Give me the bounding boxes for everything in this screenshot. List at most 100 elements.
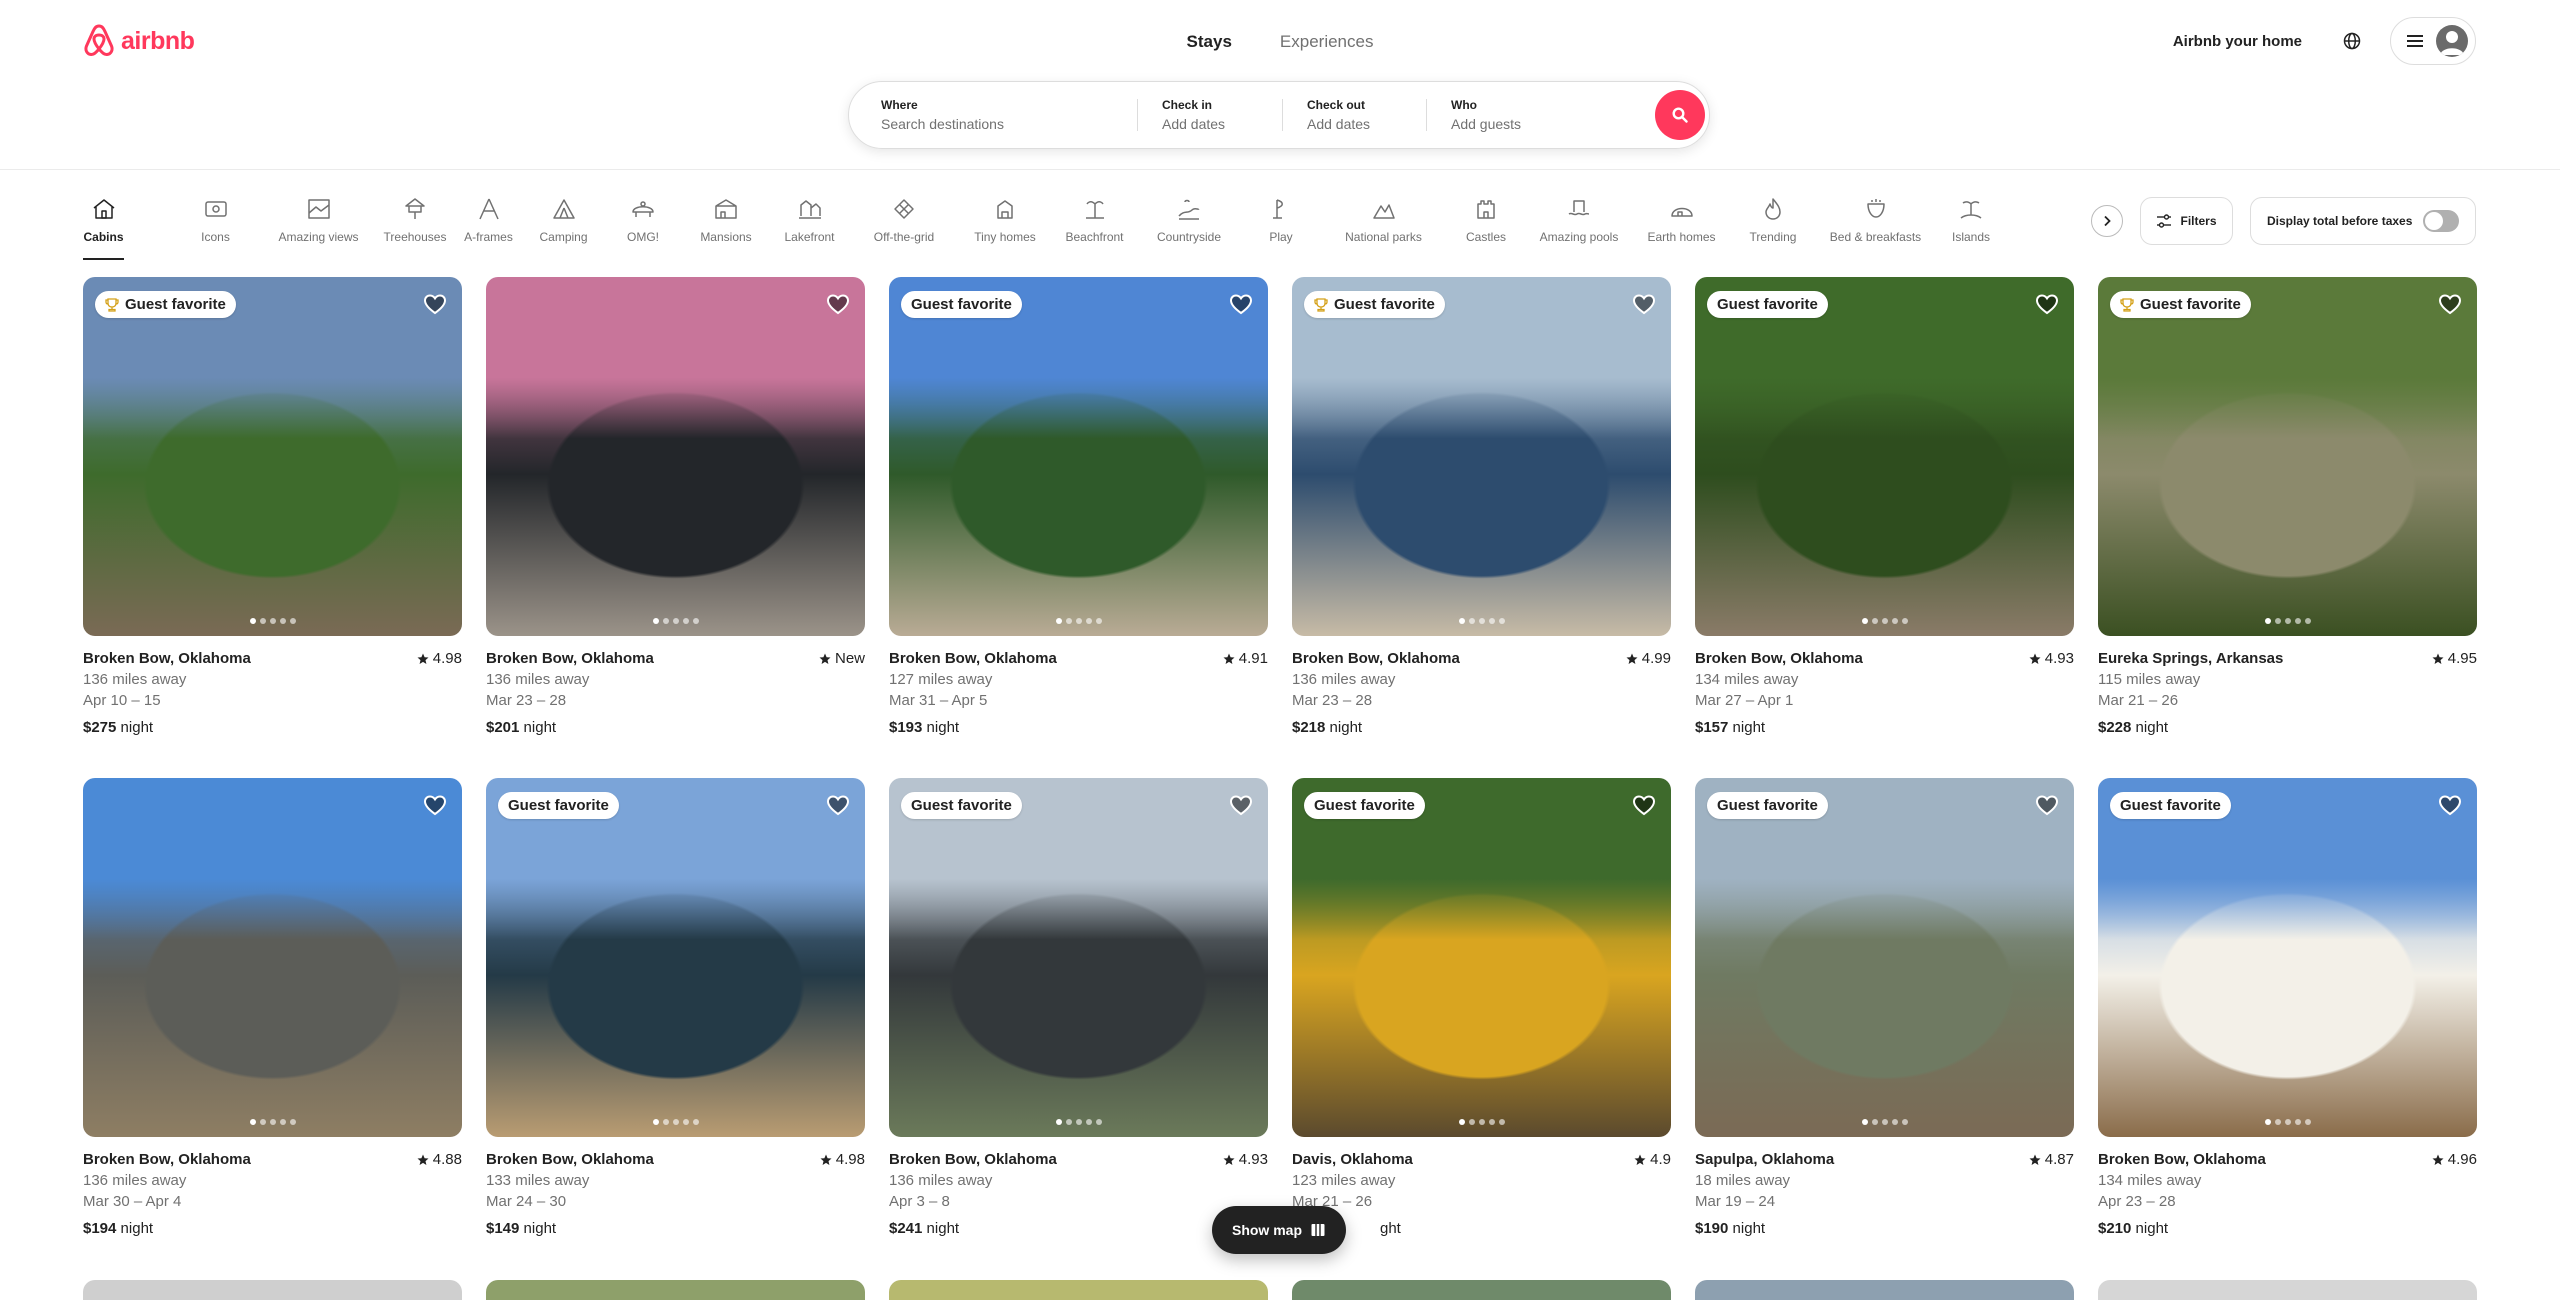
filters-button[interactable]: Filters (2140, 197, 2233, 245)
listing-photo[interactable]: Guest favorite (889, 277, 1268, 636)
listing-photo[interactable]: Guest favorite (486, 778, 865, 1137)
heart-icon[interactable] (422, 291, 448, 317)
category-omg[interactable]: OMG! (603, 194, 683, 260)
carousel-dot (1488, 1119, 1495, 1125)
listing-photo-partial[interactable] (1292, 1280, 1671, 1300)
airbnb-your-home-link[interactable]: Airbnb your home (2161, 23, 2314, 60)
listing-card[interactable]: Guest favorite Broken Bow, Oklahoma 4.98… (486, 778, 865, 1241)
listing-photo-partial[interactable] (889, 1280, 1268, 1300)
search-check-in-field[interactable]: Check in Add dates (1138, 82, 1282, 148)
category-off-the-grid[interactable]: Off-the-grid (850, 194, 958, 260)
carousel-dot (1871, 618, 1878, 624)
listing-price-line: $149 night (486, 1218, 865, 1239)
category-castles[interactable]: Castles (1446, 194, 1526, 260)
where-placeholder: Search destinations (881, 116, 1004, 132)
category-a-frames[interactable]: A-frames (453, 194, 524, 260)
listing-card[interactable]: Broken Bow, Oklahoma New 136 miles away … (486, 277, 865, 740)
heart-icon[interactable] (2437, 792, 2463, 818)
category-islands[interactable]: Islands (1936, 194, 2006, 260)
category-amazing-pools[interactable]: Amazing pools (1526, 194, 1632, 260)
listing-card[interactable]: Guest favorite Broken Bow, Oklahoma 4.93… (889, 778, 1268, 1241)
heart-icon[interactable] (2034, 291, 2060, 317)
listing-photo[interactable]: Guest favorite (2098, 778, 2477, 1137)
category-play[interactable]: Play (1241, 194, 1321, 260)
heart-icon[interactable] (2034, 792, 2060, 818)
tab-experiences[interactable]: Experiences (1272, 28, 1382, 56)
listing-card[interactable]: Guest favorite Eureka Springs, Arkansas … (2098, 277, 2477, 740)
listing-dates: Mar 23 – 28 (1292, 692, 1373, 709)
category-label: National parks (1345, 230, 1422, 244)
listing-photo[interactable]: Guest favorite (83, 277, 462, 636)
listing-photo[interactable]: Guest favorite (1695, 277, 2074, 636)
listing-photo-partial[interactable] (83, 1280, 462, 1300)
listing-card[interactable]: Guest favorite Sapulpa, Oklahoma 4.87 18… (1695, 778, 2074, 1241)
listing-photo[interactable] (83, 778, 462, 1137)
category-national-parks[interactable]: National parks (1321, 194, 1446, 260)
category-bed-breakfasts[interactable]: Bed & breakfasts (1815, 194, 1936, 260)
category-earth-homes[interactable]: Earth homes (1632, 194, 1731, 260)
listing-photo[interactable] (486, 277, 865, 636)
listing-card[interactable]: Guest favorite Broken Bow, Oklahoma 4.99… (1292, 277, 1671, 740)
search-check-out-field[interactable]: Check out Add dates (1283, 82, 1426, 148)
show-map-button[interactable]: Show map (1212, 1206, 1346, 1254)
category-amazing-views[interactable]: Amazing views (260, 194, 377, 260)
listing-photo[interactable]: Guest favorite (1292, 277, 1671, 636)
listing-dates: Mar 21 – 26 (1292, 1193, 1373, 1210)
guest-favorite-badge: Guest favorite (1304, 792, 1425, 819)
category-tiny-homes[interactable]: Tiny homes (958, 194, 1052, 260)
tab-stays[interactable]: Stays (1179, 28, 1240, 56)
heart-icon[interactable] (825, 291, 851, 317)
listing-location: Eureka Springs, Arkansas (2098, 650, 2284, 667)
category-next-button[interactable] (2091, 205, 2123, 237)
category-icons[interactable]: Icons (171, 194, 260, 260)
listing-photo[interactable]: Guest favorite (889, 778, 1268, 1137)
listing-card[interactable]: Guest favorite Davis, Oklahoma 4.9 123 m… (1292, 778, 1671, 1241)
search-button[interactable] (1655, 90, 1705, 140)
listing-photo-partial[interactable] (486, 1280, 865, 1300)
profile-menu-button[interactable] (2390, 17, 2476, 65)
heart-icon[interactable] (1631, 291, 1657, 317)
category-treehouses[interactable]: Treehouses (377, 194, 453, 260)
carousel-dot (1075, 618, 1082, 624)
heart-icon[interactable] (825, 792, 851, 818)
heart-icon[interactable] (1228, 792, 1254, 818)
listing-photo-partial[interactable] (1695, 1280, 2074, 1300)
heart-icon[interactable] (1228, 291, 1254, 317)
category-trending[interactable]: Trending (1731, 194, 1815, 260)
category-countryside[interactable]: Countryside (1137, 194, 1241, 260)
listing-card[interactable]: Guest favorite Broken Bow, Oklahoma 4.98… (83, 277, 462, 740)
listing-dates: Mar 19 – 24 (1695, 1193, 1776, 1210)
heart-icon[interactable] (422, 792, 448, 818)
heart-icon[interactable] (2437, 291, 2463, 317)
badge-label: Guest favorite (1314, 797, 1415, 814)
rating-value: 4.88 (432, 1151, 462, 1168)
category-cabins[interactable]: Cabins (83, 194, 124, 260)
check-in-label: Check in (1162, 98, 1213, 112)
cabin-icon (93, 199, 114, 219)
toggle-switch[interactable] (2423, 210, 2459, 232)
listing-card[interactable]: Guest favorite Broken Bow, Oklahoma 4.91… (889, 277, 1268, 740)
listing-card[interactable]: Broken Bow, Oklahoma 4.88 136 miles away… (83, 778, 462, 1241)
search-who-field[interactable]: Who Add guests (1427, 82, 1647, 148)
display-total-toggle[interactable]: Display total before taxes (2250, 197, 2476, 245)
listing-photo-partial[interactable] (2098, 1280, 2477, 1300)
photo-carousel-dots (2264, 618, 2311, 624)
show-map-label: Show map (1231, 1222, 1302, 1238)
heart-icon[interactable] (1631, 792, 1657, 818)
globe-icon[interactable] (2332, 21, 2372, 61)
listing-photo[interactable]: Guest favorite (1695, 778, 2074, 1137)
listing-card[interactable]: Guest favorite Broken Bow, Oklahoma 4.96… (2098, 778, 2477, 1241)
listing-card[interactable]: Guest favorite Broken Bow, Oklahoma 4.93… (1695, 277, 2074, 740)
category-beachfront[interactable]: Beachfront (1052, 194, 1137, 260)
category-mansions[interactable]: Mansions (683, 194, 769, 260)
listing-price: $218 (1292, 719, 1326, 736)
listing-photo[interactable]: Guest favorite (1292, 778, 1671, 1137)
badge-label: Guest favorite (1717, 797, 1818, 814)
bed-breakfast-icon (1866, 199, 1885, 218)
listing-photo[interactable]: Guest favorite (2098, 277, 2477, 636)
category-camping[interactable]: Camping (524, 194, 603, 260)
display-total-label: Display total before taxes (2267, 214, 2413, 228)
star-icon (1626, 653, 1638, 664)
search-where-field[interactable]: Where Search destinations (849, 82, 1137, 148)
category-lakefront[interactable]: Lakefront (769, 194, 850, 260)
